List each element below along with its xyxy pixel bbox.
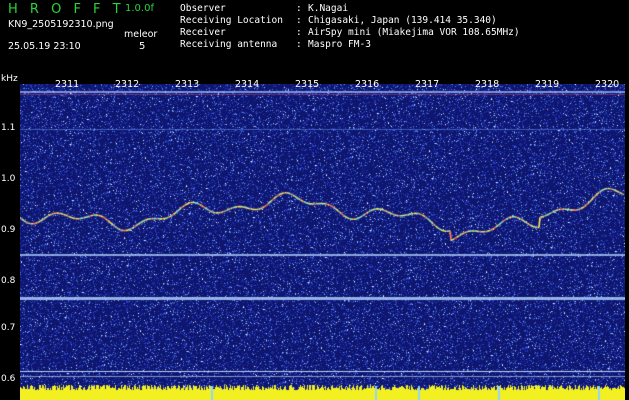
x-axis: 2311 2312 2313 2314 2315 2316 2317 2318 … xyxy=(20,79,625,93)
observer-key: Observer xyxy=(180,3,226,14)
x-tick-label: 2320 xyxy=(595,79,620,90)
x-tick-label: 2318 xyxy=(475,79,500,90)
file-datetime: 25.05.19 23:10 xyxy=(8,41,81,52)
y-tick-label: 0.7 xyxy=(1,323,16,333)
x-tick-label: 2315 xyxy=(295,79,320,90)
location-key: Receiving Location xyxy=(180,15,283,26)
receiver-key: Receiver xyxy=(180,27,226,38)
observer-value: K.Nagai xyxy=(308,3,349,14)
x-tick-label: 2319 xyxy=(535,79,560,90)
detection-count: 5 xyxy=(139,41,146,52)
y-tick-label: 1.0 xyxy=(1,174,16,184)
y-tick-label: 1.1 xyxy=(1,123,16,133)
x-tick-label: 2313 xyxy=(175,79,200,90)
detection-mode-label: meleor xyxy=(124,29,158,40)
observer-colon: : xyxy=(296,3,302,14)
antenna-colon: : xyxy=(296,39,302,50)
antenna-value: Maspro FM-3 xyxy=(308,39,371,50)
x-tick-label: 2311 xyxy=(55,79,80,90)
x-tick-label: 2314 xyxy=(235,79,260,90)
receiver-value: AirSpy mini (Miakejima VOR 108.65MHz) xyxy=(308,27,520,38)
app-title: H R O F F T xyxy=(8,2,125,17)
app-version: 1.0.0f xyxy=(125,3,154,14)
antenna-key: Receiving antenna xyxy=(180,39,278,50)
file-name: KN9_2505192310.png xyxy=(8,19,114,30)
y-tick-label: 0.9 xyxy=(1,225,16,235)
x-tick-label: 2317 xyxy=(415,79,440,90)
y-tick-label: 0.8 xyxy=(1,276,16,286)
y-axis-unit: kHz xyxy=(1,74,18,84)
y-tick-label: 0.6 xyxy=(1,374,16,384)
location-colon: : xyxy=(296,15,302,26)
y-axis: 1.1 1.0 0.9 0.8 0.7 0.6 xyxy=(0,84,20,400)
location-value: Chigasaki, Japan (139.414 35.340) xyxy=(308,15,497,26)
header: H R O F F T 1.0.0f KN9_2505192310.png me… xyxy=(0,0,629,74)
receiver-colon: : xyxy=(296,27,302,38)
waterfall-spectrogram[interactable] xyxy=(20,84,625,400)
x-tick-label: 2312 xyxy=(115,79,140,90)
x-tick-label: 2316 xyxy=(355,79,380,90)
